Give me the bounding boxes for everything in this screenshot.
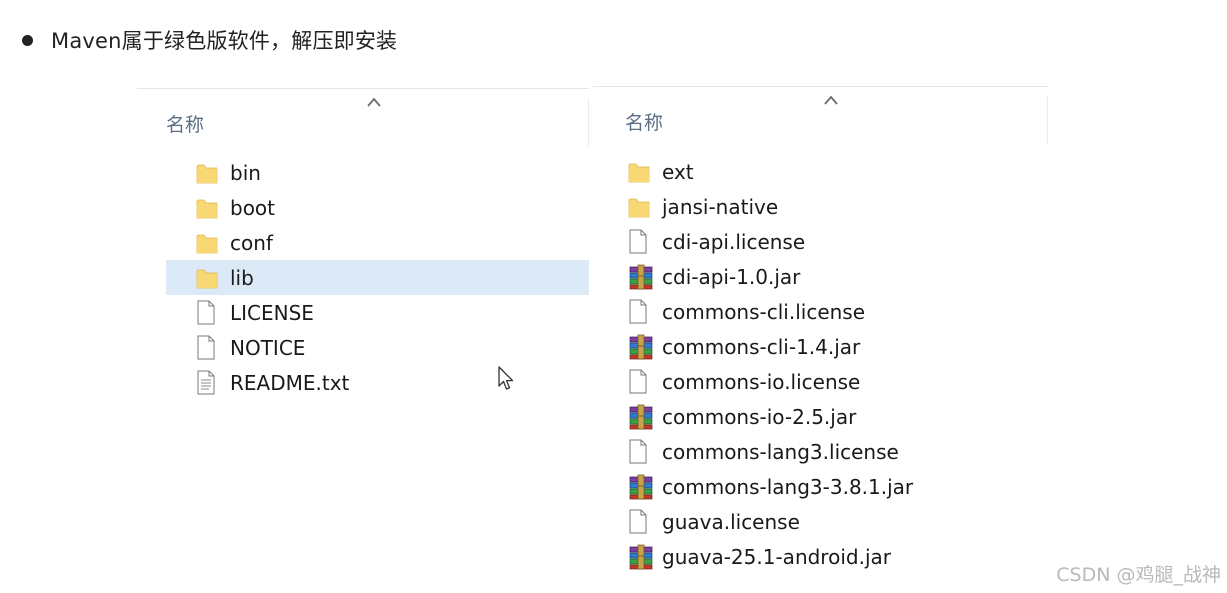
text-file-icon (196, 370, 222, 396)
sort-ascending-icon[interactable] (823, 94, 839, 106)
file-name: NOTICE (230, 335, 306, 360)
file-name: commons-lang3.license (662, 439, 899, 464)
file-rows: ext jansi-native cdi-api.license cdi-api… (593, 154, 1048, 574)
archive-icon (628, 404, 654, 430)
file-row[interactable]: guava-25.1-android.jar (598, 539, 1048, 574)
file-name: README.txt (230, 370, 350, 395)
file-icon (628, 369, 654, 395)
file-name: commons-io.license (662, 369, 861, 394)
folder-icon (628, 194, 654, 220)
file-name: ext (662, 159, 694, 184)
file-row[interactable]: README.txt (166, 365, 589, 400)
file-row[interactable]: commons-lang3-3.8.1.jar (598, 469, 1048, 504)
file-name: guava.license (662, 509, 800, 534)
file-row[interactable]: guava.license (598, 504, 1048, 539)
file-row[interactable]: cdi-api.license (598, 224, 1048, 259)
folder-icon (196, 195, 222, 221)
folder-icon (196, 230, 222, 256)
archive-icon (628, 264, 654, 290)
file-row[interactable]: commons-io-2.5.jar (598, 399, 1048, 434)
file-icon (628, 509, 654, 535)
file-icon (628, 439, 654, 465)
bullet-dot (22, 34, 33, 46)
archive-icon (628, 334, 654, 360)
file-row[interactable]: jansi-native (598, 189, 1048, 224)
heading-line: Maven属于绿色版软件，解压即安装 (22, 24, 397, 56)
sort-ascending-icon[interactable] (366, 96, 382, 108)
watermark: CSDN @鸡腿_战神 (1056, 564, 1221, 586)
file-icon (196, 300, 222, 326)
name-column-header[interactable]: 名称 (625, 108, 663, 135)
file-icon (196, 335, 222, 361)
file-row[interactable]: conf (166, 225, 589, 260)
folder-icon (196, 160, 222, 186)
panel-top-rule (593, 86, 1048, 87)
archive-icon (628, 544, 654, 570)
file-name: commons-cli-1.4.jar (662, 334, 861, 359)
file-rows: bin boot conf lib LICENSE NOTICE README.… (137, 155, 589, 400)
file-name: commons-cli.license (662, 299, 866, 324)
file-name: cdi-api-1.0.jar (662, 264, 801, 289)
file-name: commons-lang3-3.8.1.jar (662, 474, 914, 499)
file-name: conf (230, 230, 273, 255)
panel-top-rule (137, 88, 589, 89)
file-name: boot (230, 195, 276, 220)
file-row[interactable]: cdi-api-1.0.jar (598, 259, 1048, 294)
file-name: bin (230, 160, 261, 185)
folder-icon (196, 265, 222, 291)
file-row[interactable]: LICENSE (166, 295, 589, 330)
column-divider[interactable] (588, 98, 589, 146)
file-row[interactable]: NOTICE (166, 330, 589, 365)
file-icon (628, 299, 654, 325)
file-row[interactable]: commons-cli.license (598, 294, 1048, 329)
heading-text: Maven属于绿色版软件，解压即安装 (51, 29, 398, 53)
mouse-pointer-icon (498, 366, 514, 390)
file-row[interactable]: commons-lang3.license (598, 434, 1048, 469)
folder-icon (628, 159, 654, 185)
file-row[interactable]: bin (166, 155, 589, 190)
right-file-list: 名称 ext jansi-native cdi-api.license cdi-… (593, 86, 1048, 576)
column-divider[interactable] (1047, 96, 1048, 144)
file-name: guava-25.1-android.jar (662, 544, 891, 569)
file-name: LICENSE (230, 300, 314, 325)
file-name: jansi-native (662, 194, 779, 219)
file-name: lib (230, 265, 254, 290)
file-row[interactable]: commons-io.license (598, 364, 1048, 399)
file-row[interactable]: commons-cli-1.4.jar (598, 329, 1048, 364)
file-icon (628, 229, 654, 255)
name-column-header[interactable]: 名称 (166, 110, 204, 137)
left-file-list: 名称 bin boot conf lib LICENSE NOTICE READ (137, 88, 589, 408)
file-row[interactable]: lib (166, 260, 589, 295)
file-row[interactable]: boot (166, 190, 589, 225)
file-row[interactable]: ext (598, 154, 1048, 189)
archive-icon (628, 474, 654, 500)
file-name: cdi-api.license (662, 229, 806, 254)
file-name: commons-io-2.5.jar (662, 404, 857, 429)
